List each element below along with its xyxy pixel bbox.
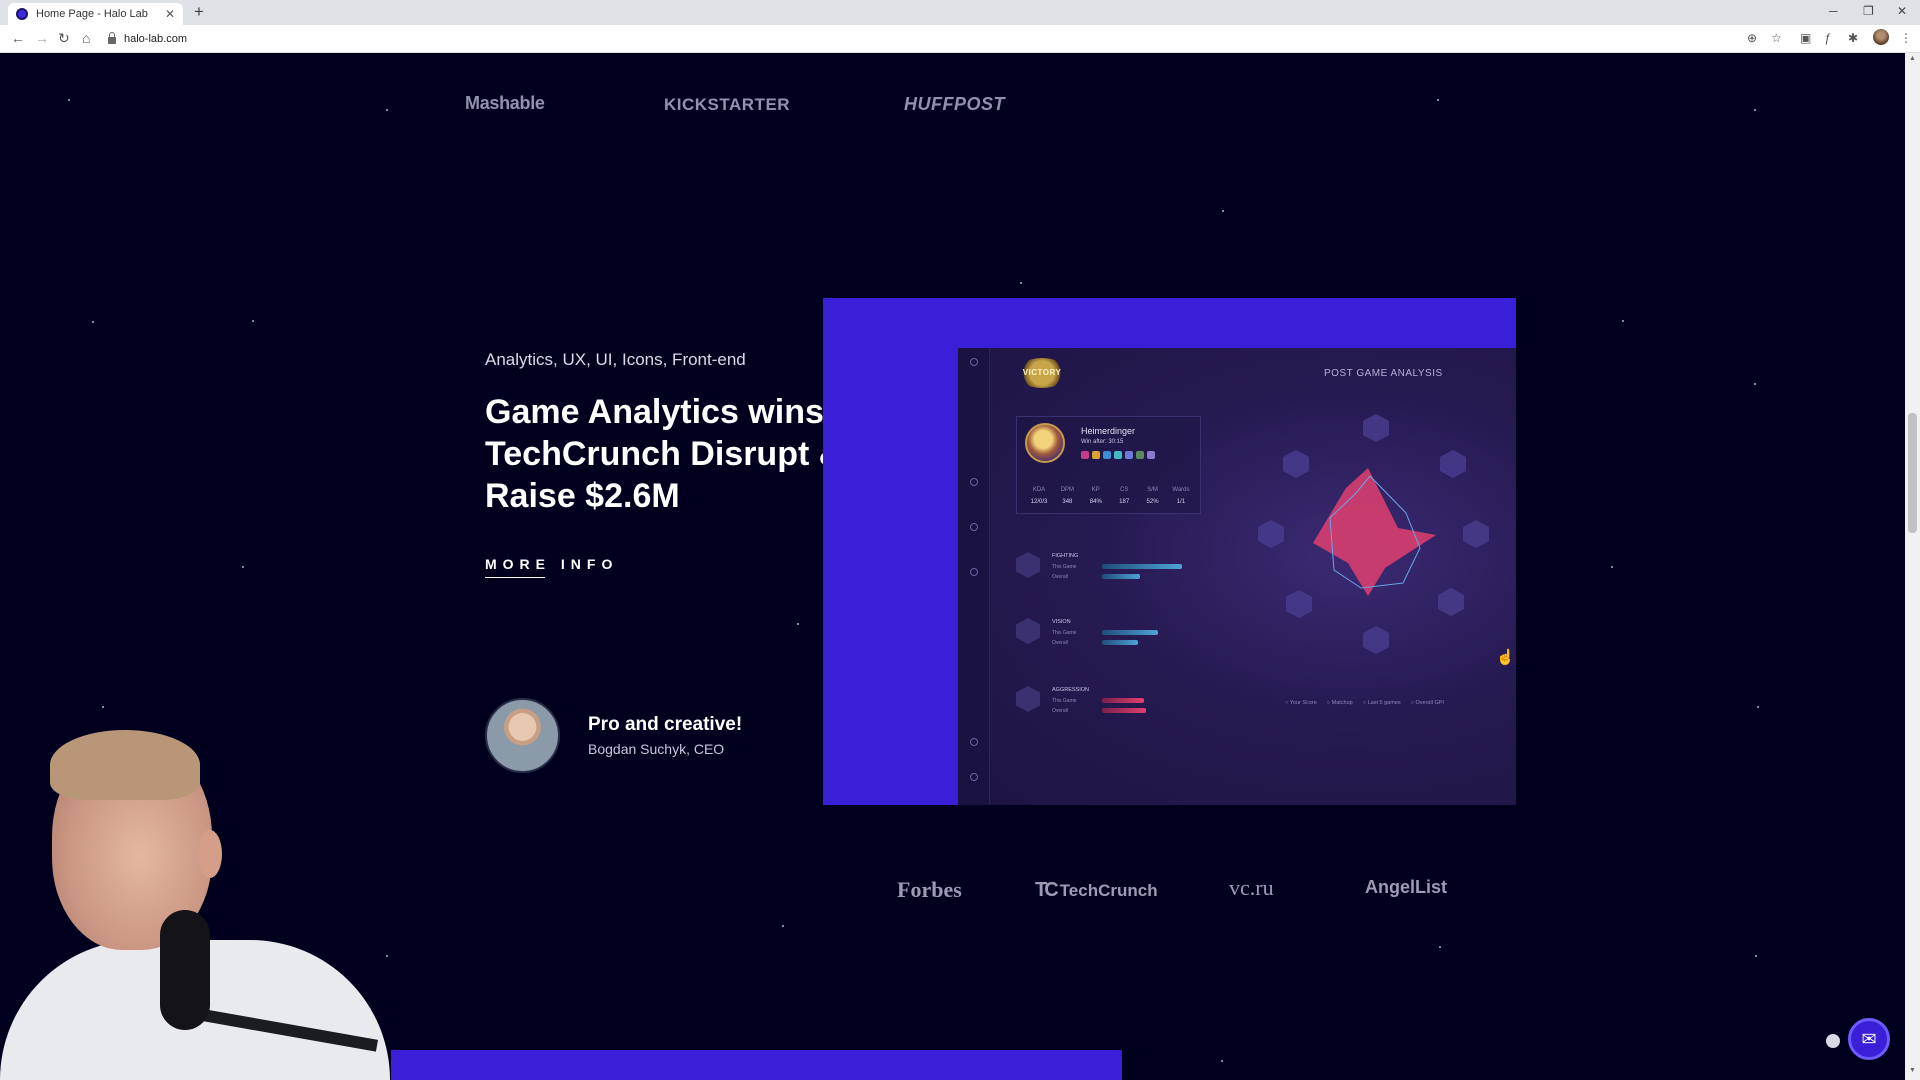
case-headline: Game Analytics wins TechCrunch Disrupt &…	[485, 393, 844, 515]
testimonial-title: Pro and creative!	[588, 714, 743, 735]
back-button[interactable]: ←	[11, 30, 25, 46]
tab-title: Home Page - Halo Lab	[36, 8, 148, 20]
close-tab-icon[interactable]: ✕	[165, 7, 175, 21]
game-analytics-mockup: VICTORY POST GAME ANALYSIS Heimerdinger …	[958, 348, 1516, 805]
close-window-button[interactable]: ✕	[1897, 4, 1907, 18]
angellist-logo: AngelList	[1365, 877, 1448, 897]
browser-tab-bar: Home Page - Halo Lab ✕ + ─ ❐ ✕	[0, 0, 1920, 25]
profile-avatar[interactable]	[1873, 29, 1889, 45]
techcrunch-wordmark: TechCrunch	[1059, 880, 1158, 900]
case-tags: Analytics, UX, UI, Icons, Front-end	[485, 350, 746, 369]
home-button[interactable]: ⌂	[82, 30, 90, 46]
techcrunch-logo: TC TechCrunch	[1035, 879, 1158, 902]
browser-menu-icon[interactable]: ⋮	[1900, 31, 1912, 45]
techcrunch-mark-icon: TC	[1035, 879, 1059, 901]
messenger-chat-button[interactable]: ✉	[1848, 1018, 1890, 1060]
extension-icon[interactable]: ▣	[1800, 31, 1811, 45]
forward-button[interactable]: →	[35, 30, 49, 46]
bookmark-star-icon[interactable]: ☆	[1771, 31, 1782, 45]
microphone-icon	[160, 910, 210, 1030]
reload-button[interactable]: ↻	[58, 30, 70, 46]
scrollbar-thumb[interactable]	[1908, 413, 1917, 533]
lock-icon	[108, 32, 116, 44]
presenter-webcam	[0, 690, 390, 1080]
next-section-banner	[391, 1050, 1122, 1080]
extensions-puzzle-icon[interactable]: ✱	[1848, 31, 1858, 45]
radar-legend: Your ScoreMatchupLast 5 gamesOverall GPI	[1285, 700, 1444, 706]
install-app-icon[interactable]: ⊕	[1747, 31, 1757, 45]
kickstarter-logo: KICKSTARTER	[664, 95, 791, 114]
chat-status-dot	[1826, 1034, 1840, 1048]
browser-toolbar: ← → ↻ ⌂ halo-lab.com ⊕ ☆ ▣ ƒ ✱ ⋮	[0, 25, 1920, 53]
new-tab-button[interactable]: +	[194, 3, 204, 21]
halo-lab-favicon-icon	[16, 8, 28, 20]
url-text: halo-lab.com	[124, 33, 187, 45]
hand-cursor-icon: ☝	[1496, 649, 1515, 666]
more-info-link[interactable]: MORE INFO	[485, 556, 618, 572]
restore-window-button[interactable]: ❐	[1863, 4, 1874, 18]
huffpost-logo: HUFFPOST	[904, 94, 1005, 114]
browser-tab[interactable]: Home Page - Halo Lab ✕	[8, 3, 183, 25]
mashable-logo: Mashable	[465, 93, 545, 113]
vcru-logo: vc.ru	[1229, 875, 1274, 900]
testimonial-author: Bogdan Suchyk, CEO	[588, 741, 725, 757]
forbes-logo: Forbes	[897, 877, 962, 902]
address-bar[interactable]: halo-lab.com	[108, 29, 1748, 49]
ceo-avatar	[485, 698, 560, 773]
formula-extension-icon[interactable]: ƒ	[1824, 31, 1831, 45]
page-scrollbar[interactable]: ▲ ▼	[1905, 53, 1920, 1080]
more-info-underline	[485, 577, 545, 578]
case-showcase-image[interactable]: VICTORY POST GAME ANALYSIS Heimerdinger …	[823, 298, 1516, 805]
minimize-window-button[interactable]: ─	[1829, 4, 1838, 18]
